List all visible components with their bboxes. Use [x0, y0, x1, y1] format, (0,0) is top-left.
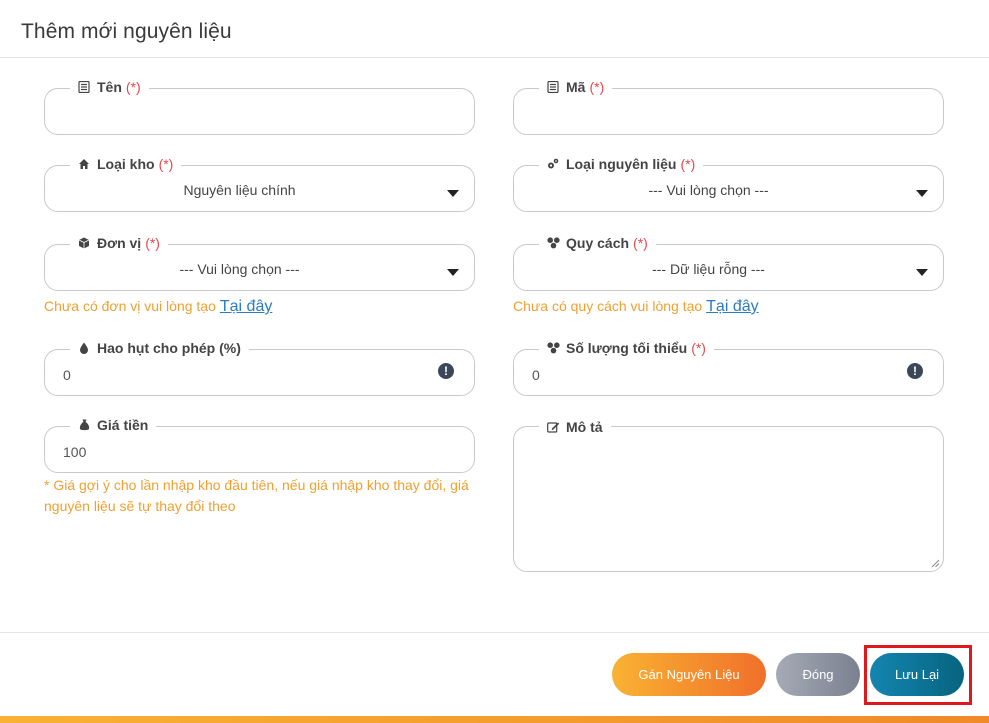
loss-input[interactable]: 0 !	[44, 349, 475, 396]
footer-divider	[0, 632, 989, 633]
price-note: * Giá gợi ý cho lần nhập kho đầu tiên, n…	[44, 477, 469, 514]
description-textarea[interactable]	[513, 426, 944, 572]
unit-value: --- Vui lòng chọn ---	[179, 261, 300, 277]
caret-down-icon	[916, 269, 928, 276]
unit-label: Đơn vị (*)	[70, 235, 168, 251]
home-icon	[78, 158, 90, 170]
cubes-icon	[547, 237, 560, 249]
loss-label: Hao hụt cho phép (%)	[70, 340, 249, 356]
exclamation-icon: !	[907, 363, 923, 379]
min-qty-input[interactable]: 0 !	[513, 349, 944, 396]
unit-hint: Chưa có đơn vị vui lòng tạo Tại đây	[44, 298, 273, 315]
edit-icon	[547, 421, 560, 433]
assign-material-button[interactable]: Gán Nguyên Liệu	[612, 653, 766, 696]
page-title: Thêm mới nguyên liệu	[21, 20, 232, 43]
close-button[interactable]: Đóng	[776, 653, 860, 696]
name-input[interactable]	[44, 88, 475, 135]
bottom-accent-bar	[0, 716, 989, 723]
spec-hint: Chưa có quy cách vui lòng tạo Tại đây	[513, 298, 759, 315]
description-label: Mô tả	[539, 419, 611, 435]
cubes-icon	[547, 342, 560, 354]
caret-down-icon	[447, 190, 459, 197]
code-input[interactable]	[513, 88, 944, 135]
caret-down-icon	[447, 269, 459, 276]
modal-header: Thêm mới nguyên liệu	[0, 0, 989, 58]
material-type-label: Loại nguyên liệu (*)	[539, 156, 704, 172]
min-qty-label: Số lượng tối thiểu (*)	[539, 340, 714, 356]
price-value: 100	[63, 444, 87, 460]
spec-value: --- Dữ liệu rỗng ---	[652, 261, 765, 277]
loss-value: 0	[63, 367, 71, 383]
code-label: Mã (*)	[539, 79, 613, 95]
spec-label: Quy cách (*)	[539, 235, 656, 251]
gears-icon	[547, 158, 559, 170]
list-icon	[547, 80, 559, 94]
exclamation-icon: !	[438, 363, 454, 379]
money-bag-icon	[78, 419, 90, 431]
unit-select[interactable]: --- Vui lòng chọn ---	[44, 244, 475, 291]
warehouse-type-label: Loại kho (*)	[70, 156, 182, 172]
drop-icon	[78, 342, 90, 354]
material-type-select[interactable]: --- Vui lòng chọn ---	[513, 165, 944, 212]
spec-select[interactable]: --- Dữ liệu rỗng ---	[513, 244, 944, 291]
material-type-value: --- Vui lòng chọn ---	[648, 182, 769, 198]
name-label: Tên (*)	[70, 79, 149, 95]
save-button[interactable]: Lưu Lại	[870, 653, 964, 696]
caret-down-icon	[916, 190, 928, 197]
resize-handle-icon[interactable]	[931, 559, 940, 568]
price-input[interactable]: 100	[44, 426, 475, 473]
warehouse-type-select[interactable]: Nguyên liệu chính	[44, 165, 475, 212]
min-qty-value: 0	[532, 367, 540, 383]
warehouse-type-value: Nguyên liệu chính	[183, 182, 296, 198]
create-spec-link[interactable]: Tại đây	[706, 298, 758, 315]
create-unit-link[interactable]: Tại đây	[220, 298, 272, 315]
list-icon	[78, 80, 90, 94]
cube-icon	[78, 237, 90, 249]
price-label: Giá tiền	[70, 417, 157, 433]
